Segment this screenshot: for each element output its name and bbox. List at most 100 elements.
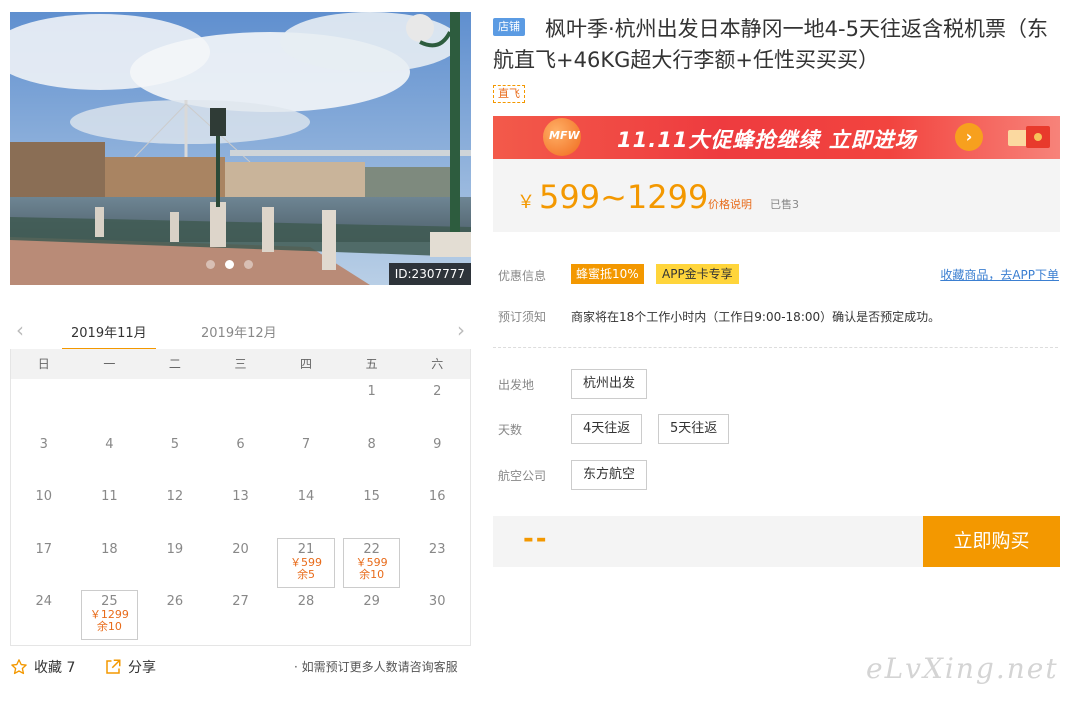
tab-month-dec[interactable]: 2019年12月: [201, 322, 277, 341]
option-airline-china-eastern[interactable]: 东方航空: [571, 460, 648, 490]
chevron-right-icon[interactable]: ›: [457, 320, 465, 340]
favorite-label: 收藏 7: [34, 660, 76, 676]
feature-tag-direct-flight: 直飞: [493, 85, 525, 103]
divider: [493, 347, 1058, 348]
calendar-day: 2: [404, 379, 470, 432]
calendar-blank-cell: [208, 379, 274, 432]
booking-notice-text: 商家将在18个工作小时内（工作日9:00-18:00）确认是否预定成功。: [571, 310, 941, 324]
calendar-day: 3: [11, 432, 77, 485]
total-price: --: [523, 524, 549, 554]
calendar-day: 23: [404, 537, 470, 590]
carousel-dot-active[interactable]: [225, 260, 234, 269]
calendar-day-remaining: 余10: [359, 567, 385, 581]
calendar-day-available[interactable]: 22 ￥599 余10: [339, 537, 405, 590]
calendar-day-number: 1: [367, 384, 376, 399]
weekday-label: 二: [168, 357, 181, 371]
shop-tag: 店铺: [493, 18, 525, 36]
watermark: eLvXing.net: [866, 652, 1059, 685]
calendar-day-number: 30: [428, 594, 446, 609]
star-outline-icon: [11, 659, 27, 675]
chevron-left-icon[interactable]: ‹: [16, 320, 24, 340]
booking-notice-label: 预订须知: [498, 310, 547, 324]
calendar-day: 10: [11, 484, 77, 537]
consult-note: · 如需预订更多人数请咨询客服: [294, 660, 458, 674]
calendar-day: 27: [208, 589, 274, 642]
carousel-dot[interactable]: [206, 260, 215, 269]
photo-id-label: ID:2307777: [388, 263, 471, 285]
calendar-header: ‹ 2019年11月 2019年12月 ›: [10, 312, 471, 351]
calendar-day-number: 12: [166, 489, 184, 504]
discount-tag: 蜂蜜抵10%: [571, 264, 644, 284]
calendar-day: 13: [208, 484, 274, 537]
share-label: 分享: [128, 660, 156, 676]
calendar-day-number: 15: [363, 489, 380, 504]
calendar-day-available[interactable]: 21 ￥599 余5: [273, 537, 339, 590]
calendar-day-number: 11: [101, 489, 118, 504]
calendar-day: 9: [404, 432, 470, 485]
option-days-5[interactable]: 5天往返: [658, 414, 730, 444]
share-button[interactable]: 分享: [104, 657, 156, 677]
calendar-day: 29: [339, 589, 405, 642]
calendar-day-number: 19: [166, 541, 184, 557]
gift-envelope-icon: [1008, 126, 1050, 148]
option-departure-hangzhou[interactable]: 杭州出发: [571, 369, 648, 399]
price-panel: ￥ 599~1299 价格说明 已售3: [493, 159, 1060, 232]
calendar-day-number: 24: [35, 594, 53, 609]
calendar-day-available[interactable]: 25 ￥1299 余10: [77, 589, 143, 642]
price-explanation-link[interactable]: 价格说明: [708, 196, 752, 212]
calendar-blank-cell: [11, 379, 77, 432]
calendar-day-number: 18: [101, 541, 118, 557]
calendar-day-number: 17: [35, 541, 53, 557]
favorite-button[interactable]: 收藏 7: [10, 657, 75, 677]
calendar-day: 24: [11, 589, 77, 642]
calendar-day-number: 29: [363, 594, 380, 609]
calendar-day: 5: [142, 432, 208, 485]
calendar-day-number: 4: [105, 436, 114, 452]
tab-month-nov[interactable]: 2019年11月: [62, 322, 156, 351]
calendar-day-number: 16: [428, 489, 446, 504]
calendar-day: 17: [11, 537, 77, 590]
calendar-day: 18: [77, 537, 143, 590]
weekday-label: 一: [103, 357, 116, 371]
carousel-dot[interactable]: [244, 260, 253, 269]
option-days-4[interactable]: 4天往返: [571, 414, 643, 444]
weekday-label: 四: [300, 357, 313, 371]
calendar-day-number: 22: [363, 541, 380, 557]
calendar-day-number: 6: [236, 436, 245, 452]
buy-bar: --: [493, 516, 923, 567]
calendar-day-number: 26: [166, 594, 184, 609]
calendar-day-number: 10: [35, 489, 53, 504]
calendar-day-number: 23: [428, 541, 446, 557]
price-range: ￥ 599~1299: [517, 179, 708, 221]
promo-banner[interactable]: MFW 11.11大促蜂抢继续 立即进场 ›: [493, 116, 1060, 159]
calendar-day: 16: [404, 484, 470, 537]
calendar-day: 1: [339, 379, 405, 432]
calendar-day: 4: [77, 432, 143, 485]
calendar-day-number: 3: [39, 436, 48, 452]
app-order-link[interactable]: 收藏商品，去APP下单: [940, 266, 1059, 283]
calendar-day-number: 28: [297, 594, 315, 609]
calendar-day: 28: [273, 589, 339, 642]
carousel-dots: [206, 260, 253, 269]
calendar-day-number: 9: [433, 436, 442, 452]
calendar-day-number: 14: [297, 489, 315, 504]
product-photo[interactable]: ID:2307777: [10, 12, 471, 285]
weekday-label: 六: [431, 357, 444, 371]
calendar-day-number: 5: [170, 436, 180, 452]
calendar-day-number: 27: [232, 594, 249, 609]
weekday-label: 五: [365, 357, 378, 371]
calendar-day-number: 7: [301, 436, 311, 452]
date-calendar: 日 一 二 三 四 五 六 1 2 3 4 5 6 7 8 9 10 11 12 13 14 15 16 17 1…: [10, 349, 471, 646]
calendar-day: 14: [273, 484, 339, 537]
sold-count: 已售3: [770, 198, 799, 211]
calendar-day: 6: [208, 432, 274, 485]
calendar-day: 20: [208, 537, 274, 590]
calendar-day-number: 13: [232, 489, 249, 504]
calendar-day-number: 8: [367, 436, 376, 452]
calendar-day: 15: [339, 484, 405, 537]
calendar-day-price: ￥599: [290, 555, 323, 569]
buy-now-button[interactable]: 立即购买: [923, 516, 1060, 567]
calendar-day-number: 25: [101, 594, 118, 609]
balloon-logo-icon: MFW: [543, 118, 581, 156]
calendar-day-number: 2: [433, 384, 442, 399]
